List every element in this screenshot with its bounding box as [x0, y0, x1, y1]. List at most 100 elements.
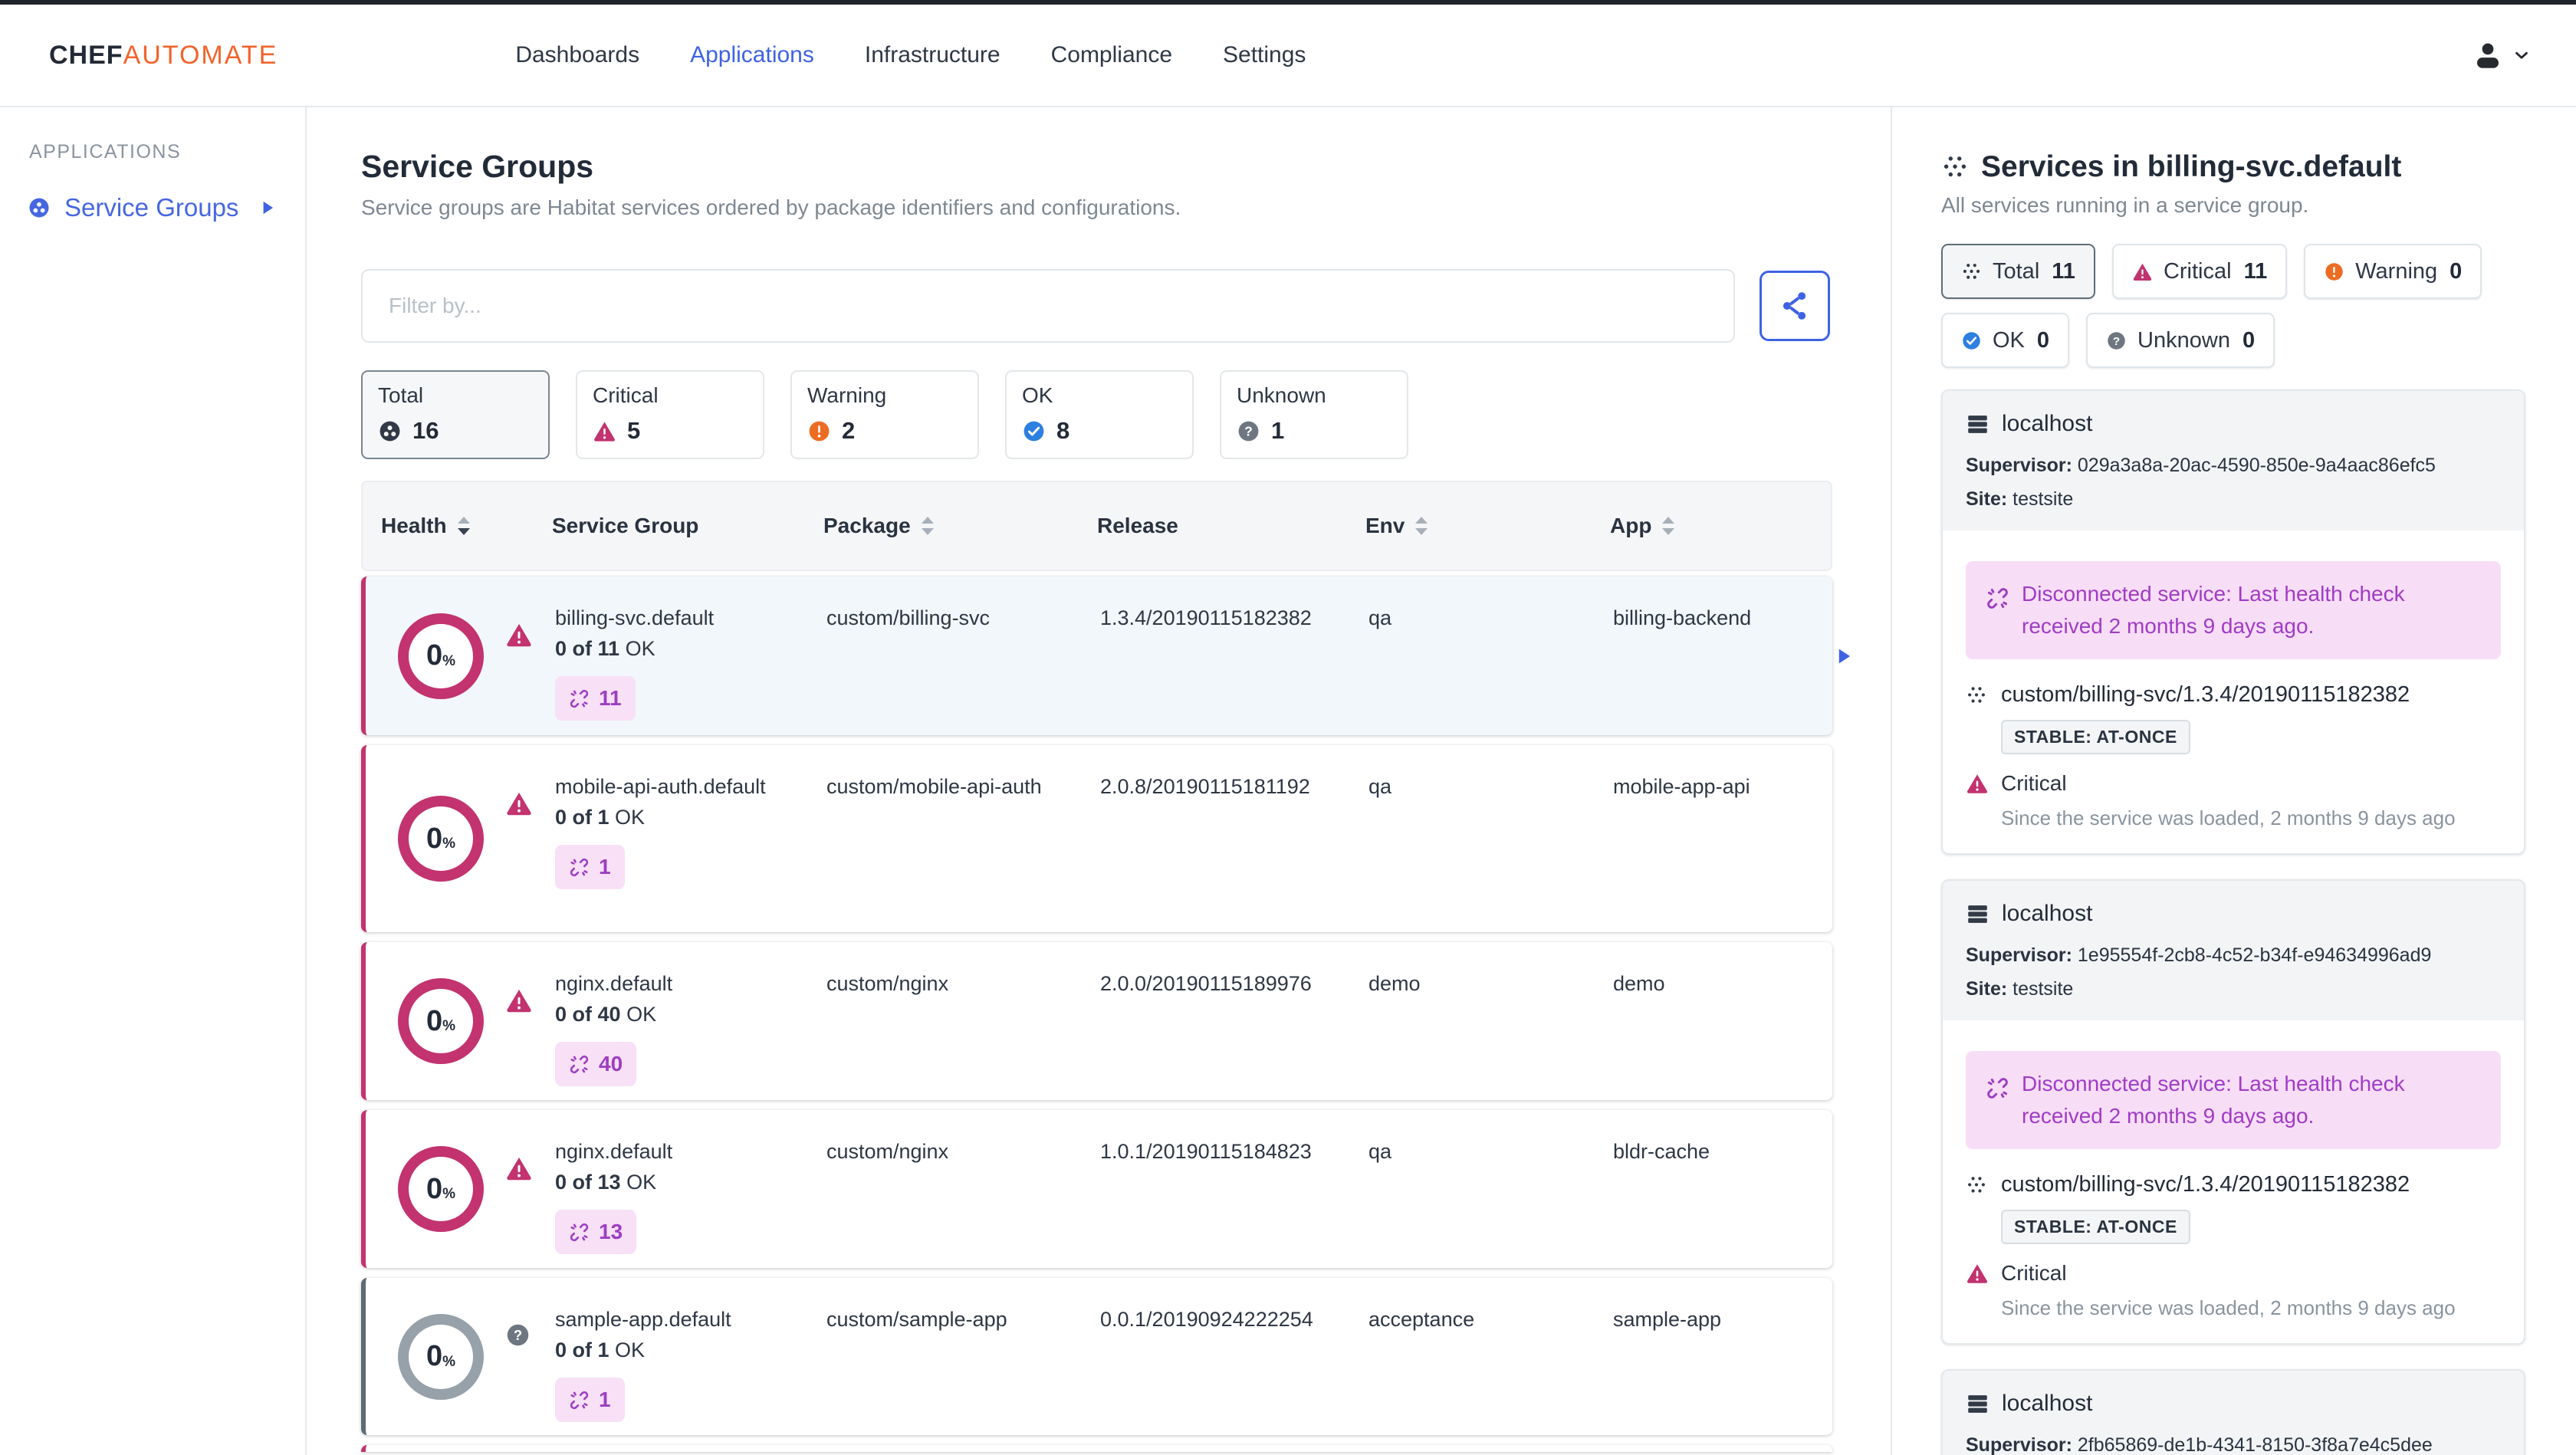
sidebar-section-label: APPLICATIONS [29, 141, 182, 163]
column-header-service-group[interactable]: Service Group [552, 514, 823, 538]
sort-arrows [921, 517, 934, 535]
channel-badge: STABLE: AT-ONCE [2001, 1210, 2190, 1244]
broken-link-icon [569, 1054, 590, 1075]
nav-dashboards[interactable]: Dashboards [515, 42, 639, 68]
env-cell: acceptance [1368, 1308, 1475, 1331]
status-card-label: OK [1022, 383, 1053, 407]
status-card-count: 5 [627, 417, 641, 444]
server-icon [1966, 1392, 1990, 1416]
row-detail-caret-icon[interactable] [1832, 645, 1855, 668]
critical-triangle-icon [505, 987, 533, 1014]
panel-subtitle: All services running in a service group. [1941, 193, 2309, 217]
user-menu[interactable] [2472, 39, 2532, 71]
table-row[interactable]: 0% mobile-api-auth.default 0 of 1 OK 1 c… [361, 745, 1832, 932]
server-icon [1966, 412, 1990, 436]
health-status-row: Critical [1966, 1261, 2501, 1286]
service-group-name: billing-svc.default [555, 606, 715, 629]
app-cell: mobile-app-api [1613, 775, 1750, 798]
site-name: testsite [2013, 488, 2074, 510]
broken-link-icon [569, 1222, 590, 1243]
pill-ok[interactable]: OK 0 [1941, 313, 2070, 368]
service-groups-icon [28, 196, 51, 219]
status-card-label: Total [378, 383, 424, 407]
pill-critical[interactable]: Critical 11 [2111, 244, 2288, 299]
env-cell: qa [1368, 606, 1392, 629]
release-cell: 0.0.1/20190924222254 [1100, 1308, 1313, 1331]
app-cell: billing-backend [1613, 606, 1752, 629]
status-card-unknown[interactable]: Unknown 1 [1220, 370, 1408, 459]
pill-total[interactable]: Total 11 [1941, 244, 2095, 299]
table-row[interactable]: 0% sample-app.default 0 of 1 OK 1 custom… [361, 1278, 1832, 1435]
filter-input[interactable] [361, 269, 1735, 343]
status-card-count: 2 [842, 417, 856, 444]
pill-unknown[interactable]: Unknown 0 [2086, 313, 2275, 368]
column-header-health[interactable]: Health [363, 514, 552, 538]
server-icon [1966, 902, 1990, 926]
sidebar-item-service-groups[interactable]: Service Groups [0, 185, 305, 231]
table-row[interactable]: 0% nginx.default 0 of 13 OK 13 custom/ng… [361, 1110, 1832, 1268]
logo-automate: AUTOMATE [123, 40, 278, 70]
status-card-count: 16 [412, 417, 439, 444]
nav-applications[interactable]: Applications [690, 42, 814, 68]
column-header-release[interactable]: Release [1097, 514, 1365, 538]
supervisor-id: 029a3a8a-20ac-4590-850e-9a4aac86efc5 [2077, 455, 2436, 476]
release-cell: 2.0.8/20190115181192 [1100, 775, 1310, 798]
health-since-text: Since the service was loaded, 2 months 9… [2001, 806, 2456, 829]
page-title: Service Groups [361, 149, 594, 184]
unknown-question-icon [505, 1322, 531, 1348]
status-filter-cards: Total 16 Critical 5 Warning 2 OK 8 Unkno… [361, 370, 1832, 459]
chevron-right-icon [258, 198, 278, 218]
service-group-cell: nginx.default 0 of 13 OK 13 [555, 1110, 826, 1268]
chef-automate-logo[interactable]: CHEF AUTOMATE [49, 41, 278, 71]
warning-circle-icon [2324, 261, 2344, 282]
disconnected-badge: 1 [555, 1378, 625, 1422]
status-card-total[interactable]: Total 16 [361, 370, 550, 459]
top-navigation-bar: CHEF AUTOMATE Dashboards Applications In… [0, 5, 2576, 107]
critical-triangle-icon [2132, 261, 2153, 282]
page-subtitle: Service groups are Habitat services orde… [361, 195, 1181, 219]
health-status-row: Critical [1966, 771, 2501, 796]
service-card: localhost Supervisor: 1e95554f-2cb8-4c52… [1941, 879, 2525, 1345]
column-header-env[interactable]: Env [1365, 514, 1610, 538]
table-row[interactable]: 0% billing-svc.default 0 of 11 OK 11 cus… [361, 576, 1832, 735]
broken-link-icon [569, 688, 590, 709]
share-button[interactable] [1760, 271, 1830, 341]
host-name: localhost [2002, 1391, 2093, 1416]
nav-settings[interactable]: Settings [1223, 42, 1306, 68]
supervisor-id: 2fb65869-de1b-4341-8150-3f8a7e4c5dee [2077, 1434, 2433, 1455]
service-card-header: localhost Supervisor: 1e95554f-2cb8-4c52… [1943, 881, 2524, 1020]
disconnected-badge: 40 [555, 1042, 637, 1086]
table-row[interactable]: 0% nginx.default 0 of 40 OK 40 custom/ng… [361, 942, 1832, 1100]
critical-triangle-icon [505, 1154, 533, 1182]
sort-arrows [1415, 517, 1428, 535]
warning-circle-icon [807, 419, 831, 443]
service-group-circle-icon [378, 419, 402, 443]
host-name: localhost [2002, 411, 2093, 436]
column-header-package[interactable]: Package [823, 514, 1097, 538]
nav-infrastructure[interactable]: Infrastructure [865, 42, 1001, 68]
filter-row [361, 269, 1832, 343]
nav-compliance[interactable]: Compliance [1051, 42, 1172, 68]
site-name: testsite [2013, 978, 2074, 1000]
disconnected-badge: 11 [555, 676, 636, 721]
user-icon [2472, 39, 2504, 71]
status-card-warning[interactable]: Warning 2 [790, 370, 979, 459]
broken-link-icon [1986, 586, 2009, 610]
health-since-text: Since the service was loaded, 2 months 9… [2001, 1296, 2456, 1319]
critical-triangle-icon [1966, 1262, 1989, 1285]
services-dots-icon [1966, 685, 1987, 706]
health-cell: 0% [366, 1278, 555, 1435]
status-card-ok[interactable]: OK 8 [1005, 370, 1194, 459]
package-cell: custom/mobile-api-auth [826, 775, 1042, 798]
column-header-app[interactable]: App [1610, 514, 1831, 538]
status-card-critical[interactable]: Critical 5 [576, 370, 764, 459]
env-cell: qa [1368, 1140, 1392, 1163]
release-cell: 1.3.4/20190115182382 [1100, 606, 1312, 629]
table-row-partially-visible[interactable] [361, 1445, 1832, 1452]
pill-warning[interactable]: Warning 0 [2304, 244, 2482, 299]
service-card-header: localhost Supervisor: 2fb65869-de1b-4341… [1943, 1371, 2524, 1455]
broken-link-icon [569, 1390, 590, 1411]
logo-chef: CHEF [49, 40, 123, 70]
health-ring: 0% [398, 613, 484, 699]
package-identifier: custom/billing-svc/1.3.4/20190115182382 [1966, 682, 2501, 708]
